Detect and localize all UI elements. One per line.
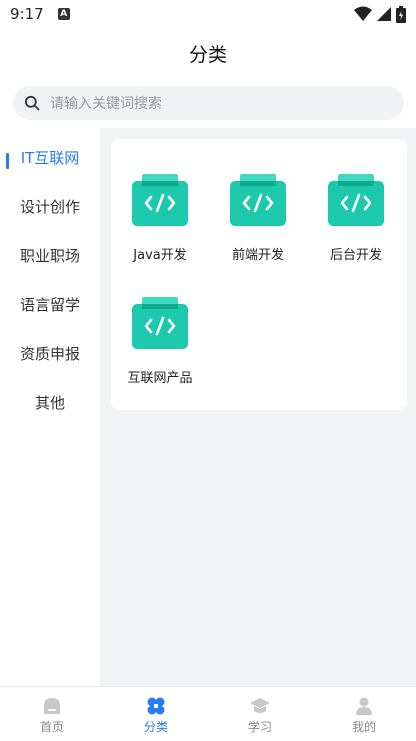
content-area: Java开发 前端开发 后台开发 互联网产品 (100, 128, 416, 686)
category-icon (147, 697, 165, 715)
category-sidebar: IT互联网 设计创作 职业职场 语言留学 资质申报 其他 (0, 128, 100, 686)
category-item-backend[interactable]: 后台开发 (307, 174, 405, 263)
status-time: 9:17 (10, 5, 44, 23)
tab-home[interactable]: 首页 (0, 687, 104, 741)
tab-label: 学习 (247, 720, 272, 734)
tab-study[interactable]: 学习 (208, 687, 312, 741)
tab-mine[interactable]: 我的 (312, 687, 416, 741)
code-folder-icon (230, 174, 286, 226)
code-folder-icon (132, 174, 188, 226)
category-label: 互联网产品 (127, 371, 193, 386)
sidebar-item-label: 职业职场 (19, 247, 80, 265)
tab-label: 分类 (143, 720, 168, 734)
sidebar-item-design[interactable]: 设计创作 (0, 182, 100, 231)
category-label: 前端开发 (231, 248, 284, 263)
tab-label: 我的 (351, 720, 376, 734)
sidebar-item-it-internet[interactable]: IT互联网 (0, 133, 100, 182)
sidebar-item-label: 其他 (34, 394, 65, 412)
category-item-java[interactable]: Java开发 (111, 174, 209, 263)
signal-icon (377, 7, 391, 21)
wifi-icon (354, 6, 372, 21)
code-folder-icon (132, 297, 188, 349)
search-placeholder: 请输入关键词搜索 (50, 96, 162, 112)
tab-category[interactable]: 分类 (104, 687, 208, 741)
notification-badge: A (57, 8, 70, 20)
search-icon (24, 95, 40, 111)
category-item-internet-product[interactable]: 互联网产品 (111, 297, 209, 386)
status-bar: 9:17 A (0, 0, 416, 28)
sidebar-item-career[interactable]: 职业职场 (0, 231, 100, 280)
sidebar-item-label: 资质申报 (19, 345, 80, 363)
graduation-cap-icon (250, 698, 270, 713)
user-icon (356, 697, 372, 715)
sidebar-item-language[interactable]: 语言留学 (0, 280, 100, 329)
category-item-frontend[interactable]: 前端开发 (209, 174, 307, 263)
sidebar-item-label: 语言留学 (19, 296, 80, 314)
battery-icon (396, 5, 406, 23)
category-label: 后台开发 (329, 248, 382, 263)
search-input[interactable]: 请输入关键词搜索 (13, 86, 404, 120)
sidebar-item-label: IT互联网 (20, 149, 80, 167)
home-icon (44, 698, 60, 714)
code-folder-icon (328, 174, 384, 226)
category-label: Java开发 (133, 248, 187, 263)
sidebar-item-qualification[interactable]: 资质申报 (0, 329, 100, 378)
sidebar-item-label: 设计创作 (19, 198, 80, 216)
sidebar-item-other[interactable]: 其他 (0, 378, 100, 427)
header: 分类 (0, 28, 416, 78)
tab-label: 首页 (39, 720, 64, 734)
page-title: 分类 (188, 43, 227, 66)
category-card: Java开发 前端开发 后台开发 互联网产品 (111, 139, 407, 410)
bottom-tab-bar: 首页 分类 学习 我的 (0, 686, 416, 741)
